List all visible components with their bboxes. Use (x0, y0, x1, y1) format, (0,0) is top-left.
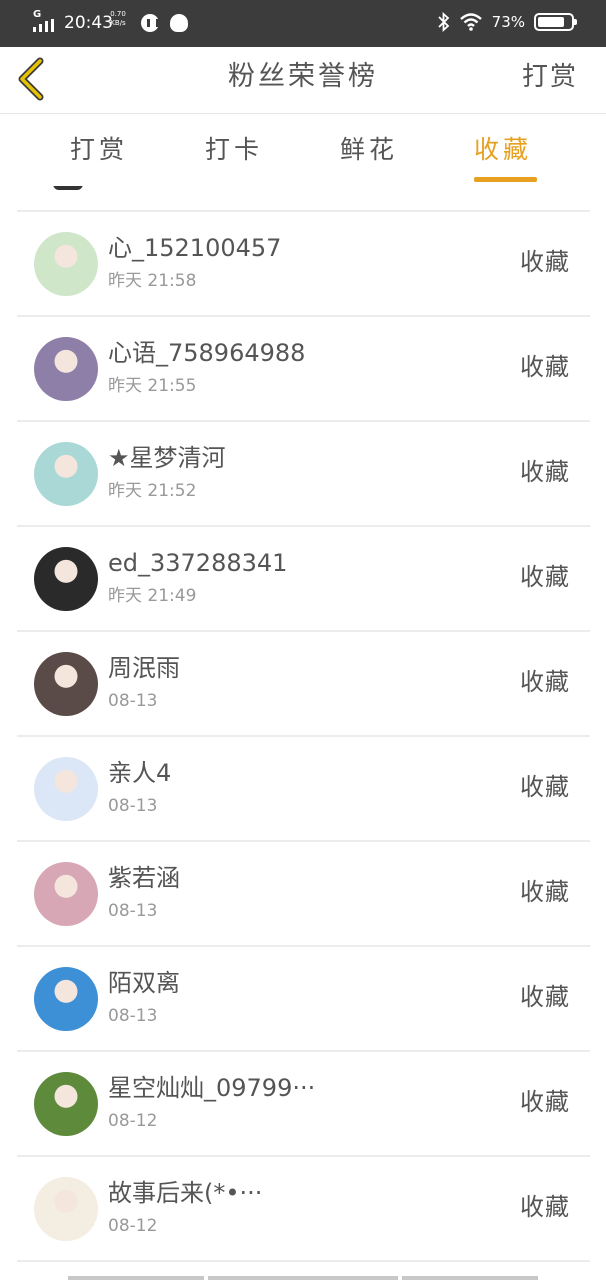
bluetooth-icon (438, 12, 449, 32)
network-speed: 0.70 KB/s (108, 10, 128, 28)
avatar (53, 186, 83, 190)
list-item[interactable]: 星空灿灿_09799··· 08-12 收藏 (17, 1052, 590, 1157)
user-name: ★星梦清河 (108, 444, 226, 472)
page-title: 粉丝荣誉榜 (228, 61, 378, 92)
activity-type: 收藏 (520, 353, 570, 381)
speed-unit: KB/s (110, 19, 126, 27)
avatar[interactable] (34, 1072, 98, 1136)
avatar[interactable] (34, 232, 98, 296)
list-item[interactable]: 亲人4 08-13 收藏 (17, 737, 590, 842)
battery-percent: 73% (491, 13, 525, 31)
user-name: 心_152100457 (108, 234, 282, 262)
activity-type: 收藏 (520, 773, 570, 801)
activity-time: 昨天 21:55 (108, 376, 197, 396)
avatar[interactable] (34, 967, 98, 1031)
activity-type: 收藏 (520, 563, 570, 591)
avatar[interactable] (34, 337, 98, 401)
tab-flowers[interactable]: 鲜花 (340, 130, 398, 170)
activity-type: 收藏 (520, 668, 570, 696)
status-time: 20:43 (64, 13, 113, 33)
list-item[interactable]: 陌双离 08-13 收藏 (17, 947, 590, 1052)
avatar[interactable] (34, 757, 98, 821)
avatar[interactable] (34, 652, 98, 716)
nav-gesture-bar (208, 1276, 398, 1280)
user-name: ed_337288341 (108, 549, 288, 577)
nav-gesture-bar (402, 1276, 538, 1280)
activity-time: 昨天 21:52 (108, 481, 197, 501)
signal-icon: G (33, 10, 59, 32)
activity-type: 收藏 (520, 983, 570, 1011)
battery-icon (534, 13, 577, 31)
tab-bar: 打赏 打卡 鲜花 收藏 (0, 114, 606, 186)
user-name: 亲人4 (108, 759, 172, 787)
activity-type: 收藏 (520, 1088, 570, 1116)
list-item[interactable]: 心_152100457 昨天 21:58 收藏 (17, 212, 590, 317)
tab-reward[interactable]: 打赏 (70, 130, 128, 170)
list-item[interactable]: ed_337288341 昨天 21:49 收藏 (17, 527, 590, 632)
avatar[interactable] (34, 862, 98, 926)
activity-time: 08-12 (108, 1111, 158, 1131)
activity-time: 昨天 21:58 (108, 271, 197, 291)
list-item[interactable]: ★星梦清河 昨天 21:52 收藏 (17, 422, 590, 527)
header: 粉丝荣誉榜 打赏 (0, 47, 606, 114)
user-name: 故事后来(*•··· (108, 1179, 263, 1207)
tab-favorites[interactable]: 收藏 (474, 130, 532, 170)
avatar[interactable] (34, 1177, 98, 1241)
reward-button[interactable]: 打赏 (522, 57, 578, 97)
user-name: 心语_758964988 (108, 339, 306, 367)
list-item-partial[interactable] (17, 186, 590, 212)
activity-type: 收藏 (520, 1193, 570, 1221)
user-name: 紫若涵 (108, 864, 180, 892)
user-name: 陌双离 (108, 969, 180, 997)
tab-checkin[interactable]: 打卡 (205, 130, 263, 170)
activity-type: 收藏 (520, 878, 570, 906)
list-item[interactable]: 故事后来(*•··· 08-12 收藏 (17, 1157, 590, 1262)
network-type: G (33, 9, 42, 20)
list-item[interactable]: 心语_758964988 昨天 21:55 收藏 (17, 317, 590, 422)
notification-app-icon (141, 14, 159, 32)
status-bar: G 20:43 0.70 KB/s 73% (0, 0, 606, 47)
activity-type: 收藏 (520, 248, 570, 276)
activity-time: 08-13 (108, 796, 158, 816)
list-item[interactable]: 周泯雨 08-13 收藏 (17, 632, 590, 737)
avatar[interactable] (34, 442, 98, 506)
activity-time: 昨天 21:49 (108, 586, 197, 606)
wifi-icon (459, 13, 482, 31)
speed-value: 0.70 (110, 10, 126, 18)
user-name: 星空灿灿_09799··· (108, 1074, 316, 1102)
qq-icon (170, 14, 188, 32)
activity-type: 收藏 (520, 458, 570, 486)
nav-gesture-bar (68, 1276, 204, 1280)
activity-time: 08-13 (108, 901, 158, 921)
activity-time: 08-12 (108, 1216, 158, 1236)
activity-time: 08-13 (108, 691, 158, 711)
avatar[interactable] (34, 547, 98, 611)
fan-list[interactable]: 心_152100457 昨天 21:58 收藏 心语_758964988 昨天 … (17, 186, 590, 1280)
user-name: 周泯雨 (108, 654, 180, 682)
status-right: 73% (438, 12, 577, 32)
list-item[interactable]: 紫若涵 08-13 收藏 (17, 842, 590, 947)
active-tab-indicator (474, 177, 537, 182)
activity-time: 08-13 (108, 1006, 158, 1026)
